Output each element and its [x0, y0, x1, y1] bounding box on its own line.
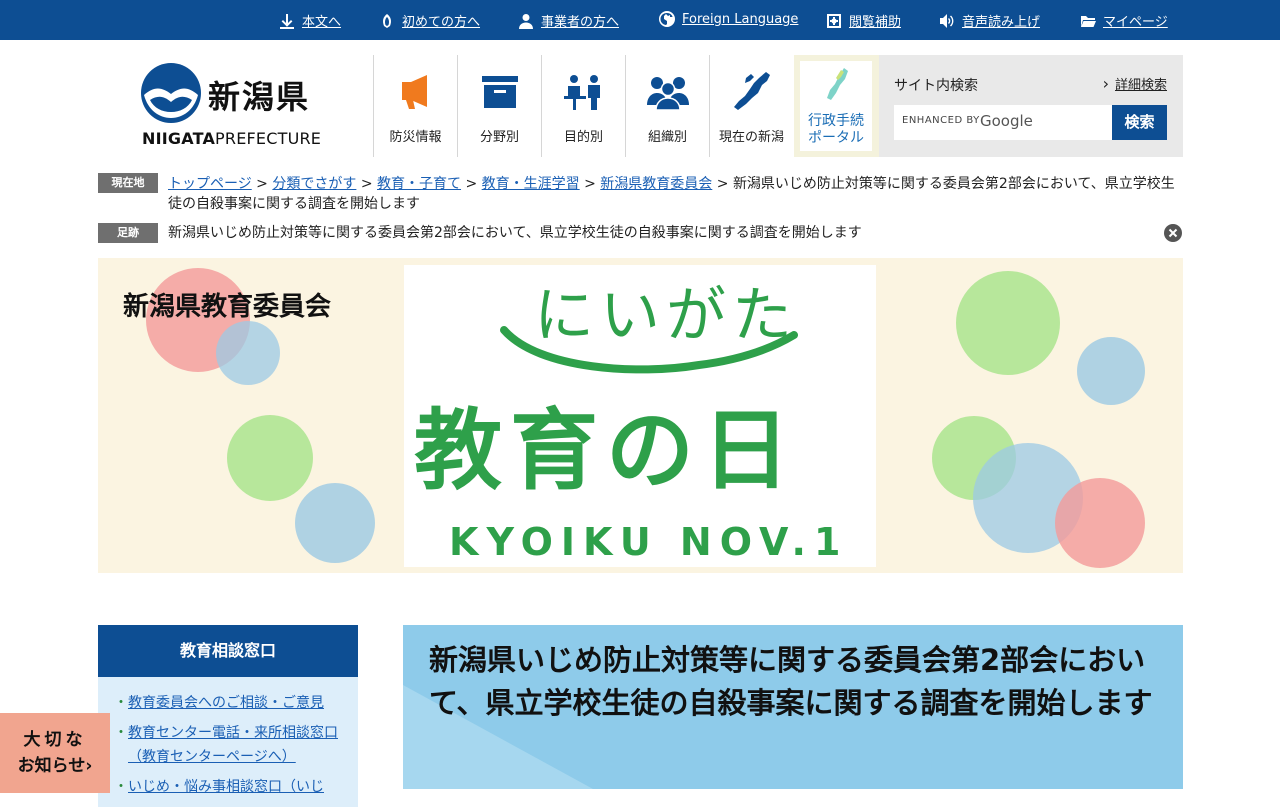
- group-icon: [646, 77, 689, 111]
- google-brand-label: Google: [980, 112, 1033, 130]
- education-day-logo: にいがた 教育の日 KYOIKU NOV.1: [404, 265, 876, 567]
- gear-icon: [827, 13, 841, 28]
- text-to-speech-link[interactable]: 音声読み上げ: [939, 11, 1040, 30]
- page-title-panel: 新潟県いじめ防止対策等に関する委員会第2部会において、県立学校生徒の自殺事案に関…: [403, 625, 1183, 789]
- breadcrumb-link-education-childcare[interactable]: 教育・子育て: [377, 176, 461, 192]
- breadcrumb-link-top[interactable]: トップページ: [168, 176, 252, 192]
- niigata-emblem-icon: [141, 63, 201, 123]
- logo-text-nov1: KYOIKU NOV.1: [449, 520, 849, 564]
- sidebar-heading: 教育相談窓口: [98, 625, 358, 677]
- first-time-visitors-link[interactable]: 初めての方へ: [379, 11, 480, 30]
- search-input[interactable]: ENHANCED BY Google: [894, 105, 1112, 140]
- site-search: サイト内検索 詳細検索 ENHANCED BY Google 検索: [879, 55, 1183, 157]
- nav-by-organization[interactable]: 組織別: [625, 55, 709, 157]
- list-item: いじめ・悩み事相談窓口（いじ: [114, 775, 338, 799]
- nav-disaster-info[interactable]: 防災情報: [373, 55, 457, 157]
- sidebar-list: 教育委員会へのご相談・ご意見 教育センター電話・来所相談窓口（教育センターページ…: [98, 677, 358, 807]
- banner-title: 新潟県教育委員会: [123, 292, 332, 322]
- down-arrow-icon: [280, 13, 294, 29]
- nav-by-purpose[interactable]: 目的別: [541, 55, 625, 157]
- close-icon[interactable]: [1164, 224, 1182, 242]
- list-item: 教育委員会へのご相談・ご意見: [114, 691, 338, 715]
- search-button[interactable]: 検索: [1112, 105, 1167, 140]
- page-title: 新潟県いじめ防止対策等に関する委員会第2部会において、県立学校生徒の自殺事案に関…: [429, 643, 1153, 720]
- important-notice-button[interactable]: 大切な お知らせ›: [0, 713, 110, 793]
- site-logo[interactable]: 新潟県 NIIGATAPREFECTURE: [140, 62, 322, 152]
- advanced-search-link[interactable]: 詳細検索: [1103, 74, 1167, 93]
- speaker-icon: [940, 13, 954, 28]
- logo-text-kyoiku: 教育の日: [414, 399, 799, 502]
- skip-to-content-link[interactable]: 本文へ: [279, 11, 341, 30]
- footprint-item[interactable]: 新潟県いじめ防止対策等に関する委員会第2部会において、県立学校生徒の自殺事案に関…: [168, 223, 862, 243]
- megaphone-icon: [401, 75, 427, 109]
- people-desk-icon: [563, 75, 600, 110]
- list-item: 教育センター電話・来所相談窓口（教育センターページへ）: [114, 721, 338, 769]
- search-title: サイト内検索: [894, 78, 978, 94]
- box-icon: [481, 76, 518, 108]
- my-page-link[interactable]: マイページ: [1080, 11, 1168, 30]
- breadcrumb-link-lifelong-learning[interactable]: 教育・生涯学習: [482, 176, 580, 192]
- leaf-icon: [383, 13, 391, 28]
- logo-japanese-text: 新潟県: [208, 78, 311, 116]
- nav-by-field[interactable]: 分野別: [457, 55, 541, 157]
- current-location-tag: 現在地: [98, 173, 158, 193]
- prefecture-shape-icon: [827, 68, 848, 100]
- business-users-link[interactable]: 事業者の方へ: [518, 11, 619, 30]
- globe-icon: [659, 11, 675, 27]
- breadcrumb: トップページ > 分類でさがす > 教育・子育て > 教育・生涯学習 > 新潟県…: [168, 176, 1175, 212]
- foreign-language-link[interactable]: Foreign Language: [659, 11, 798, 27]
- folder-icon: [1080, 15, 1096, 27]
- sidebar-link-consultation[interactable]: 教育委員会へのご相談・ご意見: [128, 695, 324, 711]
- breadcrumb-link-category[interactable]: 分類でさがす: [272, 176, 356, 192]
- sidebar-link-education-center[interactable]: 教育センター電話・来所相談窓口（教育センターページへ）: [128, 725, 338, 765]
- accessibility-assist-link[interactable]: 閲覧補助: [826, 11, 901, 30]
- chevron-right-icon: ›: [85, 756, 93, 776]
- person-icon: [519, 13, 533, 29]
- breadcrumb-link-board-of-education[interactable]: 新潟県教育委員会: [600, 176, 712, 192]
- niigata-map-icon: [733, 72, 770, 110]
- nav-niigata-now[interactable]: 現在の新潟: [709, 55, 793, 157]
- admin-procedures-portal-link[interactable]: 行政手続 ポータル: [794, 55, 879, 157]
- logo-swoosh: [500, 326, 798, 374]
- education-day-banner: 新潟県教育委員会 にいがた 教育の日 KYOIKU NOV.1: [98, 258, 1183, 573]
- logo-english-text: NIIGATAPREFECTURE: [142, 129, 322, 148]
- sidebar-link-bullying-help[interactable]: いじめ・悩み事相談窓口（いじ: [128, 779, 324, 795]
- footprint-tag: 足跡: [98, 223, 158, 243]
- utility-bar: 本文へ 初めての方へ 事業者の方へ Foreign Language 閲覧補助 …: [0, 0, 1280, 40]
